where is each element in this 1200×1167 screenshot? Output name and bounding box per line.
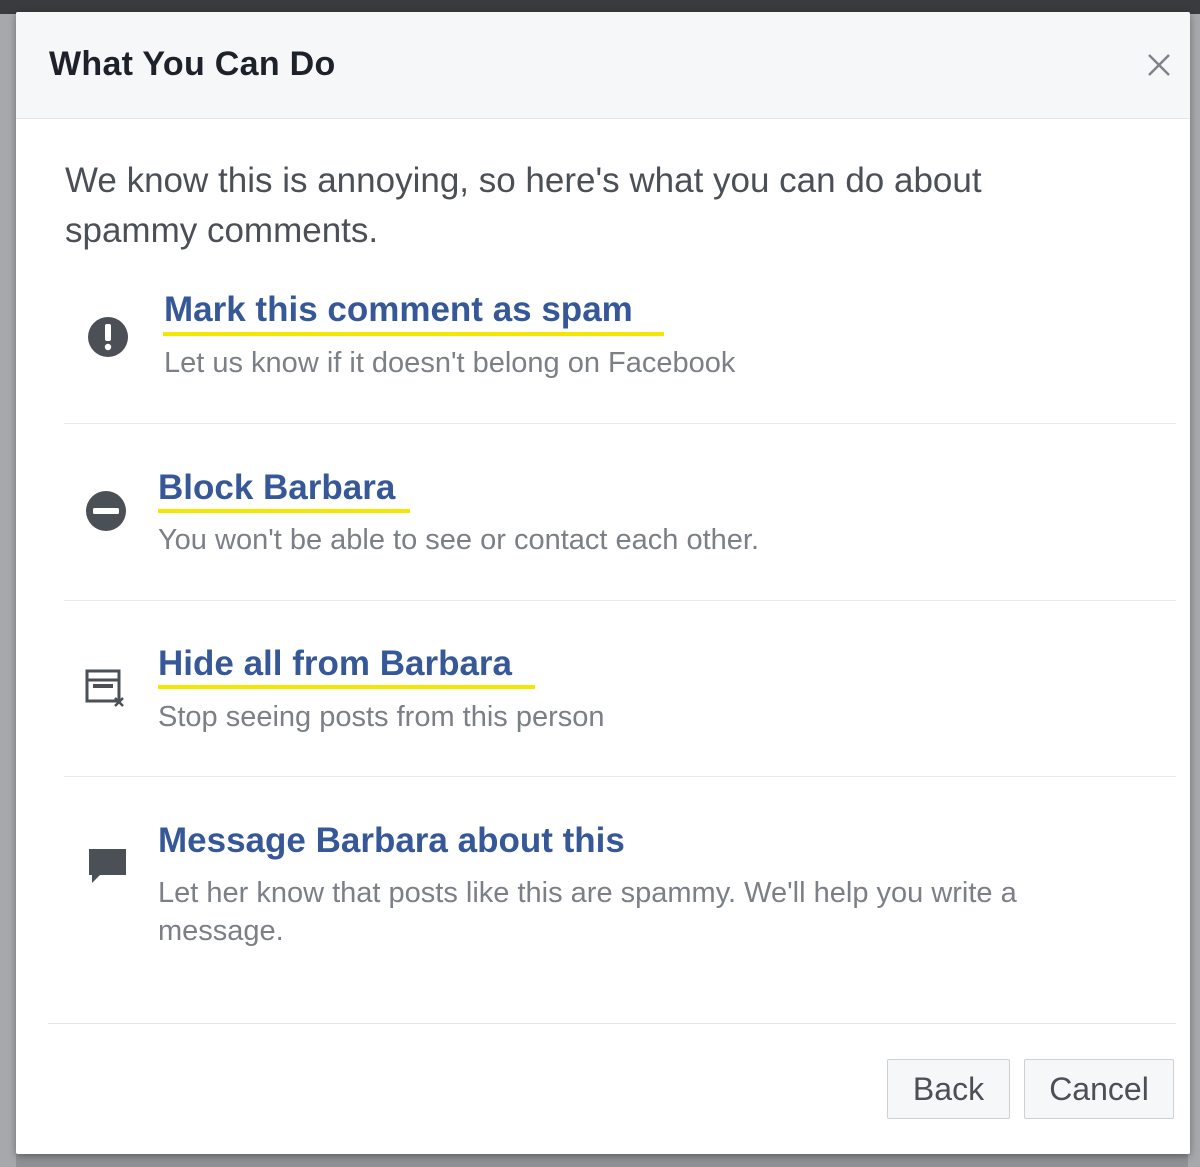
what-you-can-do-dialog: What You Can Do We know this is annoying… <box>16 12 1190 1154</box>
close-icon <box>1148 54 1170 76</box>
option-divider <box>64 600 1176 601</box>
block-highlight <box>158 509 410 513</box>
dialog-header: What You Can Do <box>16 12 1190 119</box>
cancel-button[interactable]: Cancel <box>1024 1059 1174 1119</box>
mark-spam-description: Let us know if it doesn't belong on Face… <box>164 347 736 379</box>
mark-spam-highlight <box>163 332 664 336</box>
dialog-title: What You Can Do <box>49 45 336 83</box>
backdrop-left-strip <box>0 14 16 1167</box>
hide-feed-icon <box>85 669 124 707</box>
message-bubble-icon <box>89 849 126 883</box>
mark-spam-link[interactable]: Mark this comment as spam <box>164 290 633 330</box>
option-divider <box>64 776 1176 777</box>
message-description: Let her know that posts like this are sp… <box>158 877 1017 947</box>
hide-all-highlight <box>158 685 535 689</box>
back-button[interactable]: Back <box>887 1059 1010 1119</box>
hide-all-link[interactable]: Hide all from Barbara <box>158 644 512 684</box>
close-button[interactable] <box>1142 48 1176 82</box>
block-link[interactable]: Block Barbara <box>158 468 395 508</box>
exclamation-circle-icon <box>88 317 128 357</box>
block-description: You won't be able to see or contact each… <box>158 524 759 556</box>
message-link[interactable]: Message Barbara about this <box>158 821 625 861</box>
block-icon <box>86 491 126 531</box>
intro-text: We know this is annoying, so here's what… <box>65 161 982 250</box>
hide-all-description: Stop seeing posts from this person <box>158 701 605 733</box>
footer-divider <box>48 1023 1176 1024</box>
option-divider <box>64 423 1176 424</box>
